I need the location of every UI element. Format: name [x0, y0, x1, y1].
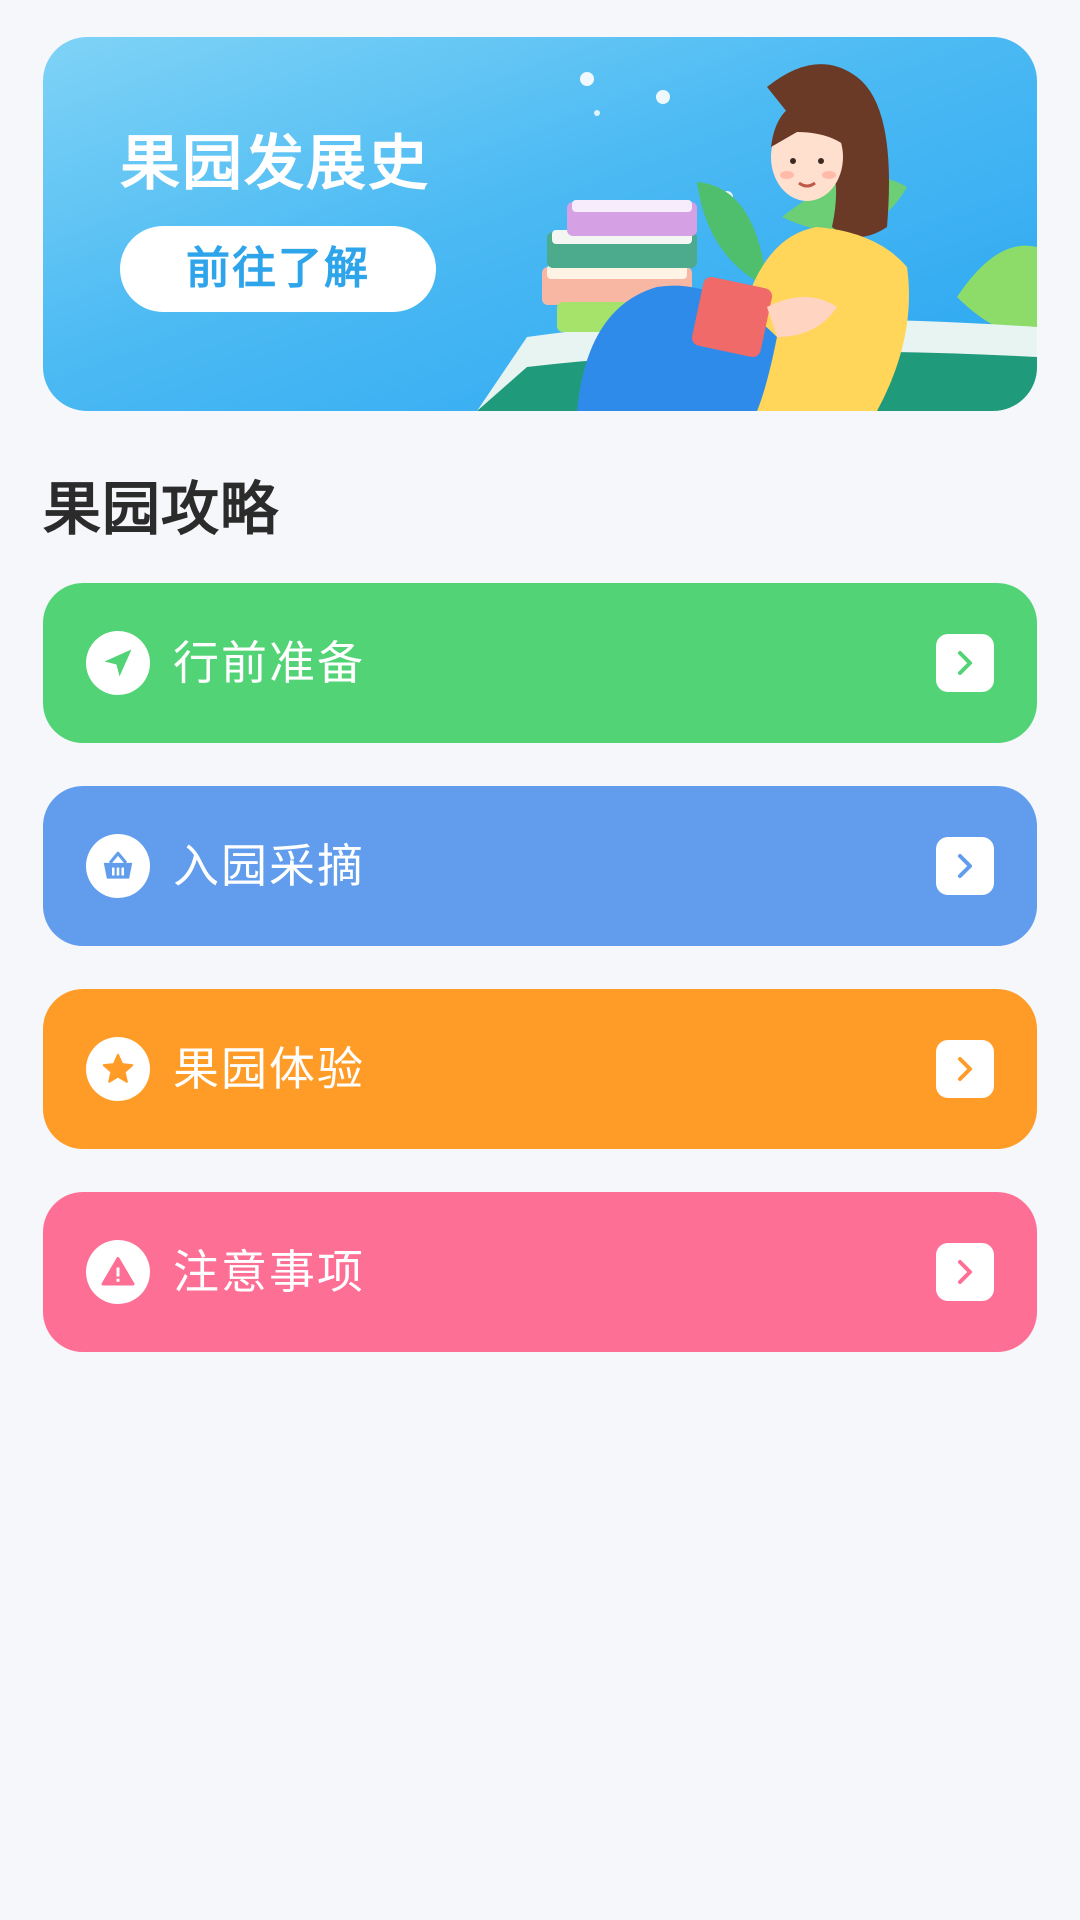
guide-card-experience[interactable]: 果园体验	[43, 989, 1037, 1149]
section-title: 果园攻略	[43, 475, 280, 543]
card-label: 注意事项	[173, 1245, 365, 1299]
basket-icon	[86, 834, 150, 898]
guide-card-picking[interactable]: 入园采摘	[43, 786, 1037, 946]
card-label: 行前准备	[173, 636, 365, 690]
chevron-right-icon[interactable]	[936, 837, 994, 895]
chevron-right-icon[interactable]	[936, 1040, 994, 1098]
banner-illustration	[477, 64, 1037, 411]
banner-title: 果园发展史	[120, 129, 430, 199]
guide-card-preparation[interactable]: 行前准备	[43, 583, 1037, 743]
navigation-icon	[86, 631, 150, 695]
chevron-right-icon[interactable]	[936, 634, 994, 692]
star-icon	[86, 1037, 150, 1101]
card-label: 入园采摘	[173, 839, 365, 893]
learn-more-button[interactable]: 前往了解	[120, 226, 436, 312]
history-banner[interactable]: 果园发展史 前往了解	[43, 37, 1037, 411]
page: 果园发展史 前往了解 果园攻略 行前准备 入园采摘 果园体验 注意事项	[0, 0, 1080, 1920]
warning-icon	[86, 1240, 150, 1304]
chevron-right-icon[interactable]	[936, 1243, 994, 1301]
guide-card-notice[interactable]: 注意事项	[43, 1192, 1037, 1352]
card-label: 果园体验	[173, 1042, 365, 1096]
